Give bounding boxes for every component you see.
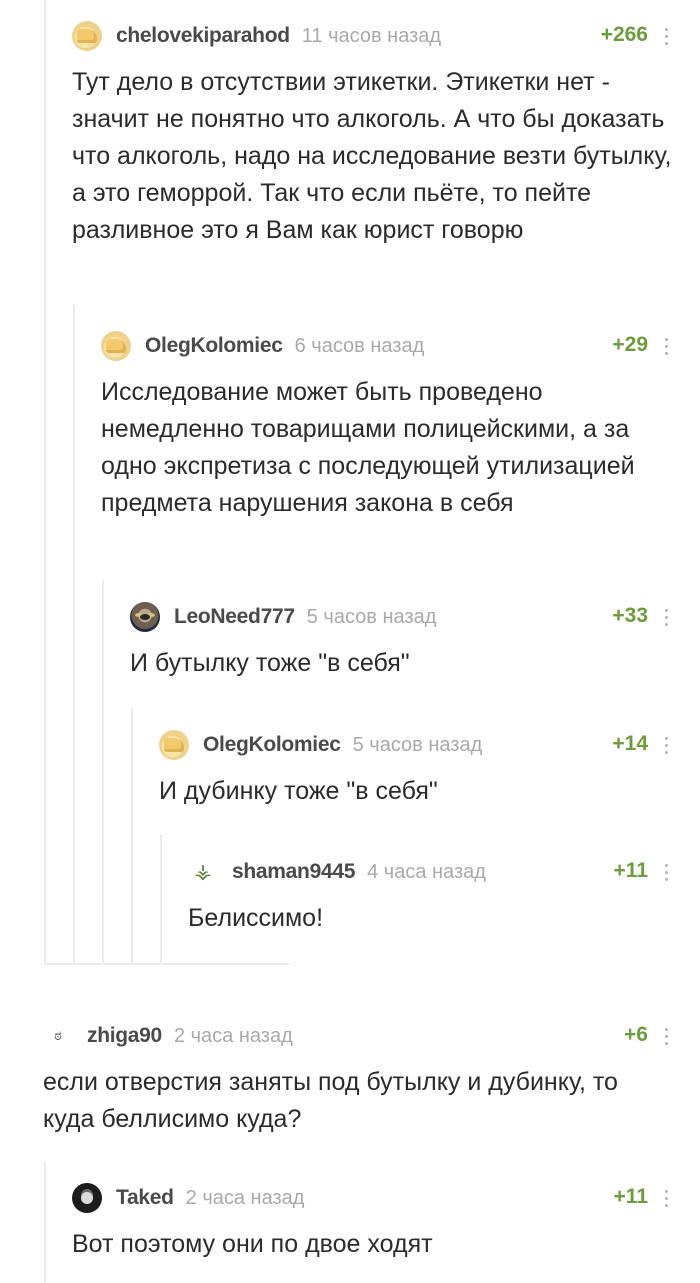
more-menu-icon[interactable] bbox=[660, 1022, 672, 1050]
comment-time[interactable]: 5 часов назад bbox=[353, 734, 483, 757]
username-link[interactable]: LeoNeed777 bbox=[174, 605, 295, 629]
comment-rating: +6 bbox=[624, 1023, 648, 1046]
cat-avatar[interactable] bbox=[130, 602, 160, 632]
username-link[interactable]: shaman9445 bbox=[232, 860, 355, 884]
comment-header: OlegKolomiec 5 часов назад +14 bbox=[159, 729, 672, 761]
more-menu-icon[interactable] bbox=[660, 858, 672, 886]
username-link[interactable]: OlegKolomiec bbox=[145, 334, 283, 358]
taked-avatar[interactable] bbox=[72, 1183, 102, 1213]
shaman-avatar[interactable]: ⚶ bbox=[188, 857, 218, 887]
thread-end-divider bbox=[44, 963, 289, 965]
comment-rating: +266 bbox=[600, 23, 648, 46]
comment-text: И бутылку тоже "в себя" bbox=[130, 649, 410, 677]
thread-line[interactable] bbox=[102, 580, 104, 963]
comment-text: Вот поэтому они по двое ходят bbox=[72, 1230, 433, 1258]
zhiga-avatar[interactable]: ಠ bbox=[43, 1021, 73, 1051]
comment: LeoNeed777 5 часов назад +33 И бутылку т… bbox=[130, 601, 672, 682]
thread-line[interactable] bbox=[131, 708, 133, 963]
comment-rating: +33 bbox=[612, 604, 648, 627]
default-avatar[interactable] bbox=[101, 331, 131, 361]
comment-time[interactable]: 6 часов назад bbox=[295, 335, 425, 358]
default-avatar[interactable] bbox=[72, 21, 102, 51]
more-menu-icon[interactable] bbox=[660, 1184, 672, 1212]
comment-text: если отверстия заняты под бутылку и дуби… bbox=[43, 1068, 618, 1133]
thread-line[interactable] bbox=[73, 305, 75, 963]
comment-time[interactable]: 2 часа назад bbox=[186, 1187, 305, 1210]
thread-line[interactable] bbox=[44, 0, 46, 965]
comment-header: LeoNeed777 5 часов назад +33 bbox=[130, 601, 672, 633]
thread-line[interactable] bbox=[160, 835, 162, 963]
default-avatar[interactable] bbox=[159, 730, 189, 760]
comment-header: chelovekiparahod 11 часов назад +266 bbox=[72, 20, 672, 52]
comment: ⚶ shaman9445 4 часа назад +11 Белиссимо! bbox=[188, 856, 672, 937]
comment-rating: +14 bbox=[612, 732, 648, 755]
more-menu-icon[interactable] bbox=[660, 731, 672, 759]
more-menu-icon[interactable] bbox=[660, 22, 672, 50]
comment-text: Белиссимо! bbox=[188, 904, 324, 932]
more-menu-icon[interactable] bbox=[660, 603, 672, 631]
comment-header: OlegKolomiec 6 часов назад +29 bbox=[101, 330, 672, 362]
more-menu-icon[interactable] bbox=[660, 332, 672, 360]
username-link[interactable]: Taked bbox=[116, 1186, 174, 1210]
comment-rating: +11 bbox=[613, 859, 648, 882]
comment-time[interactable]: 11 часов назад bbox=[302, 25, 441, 48]
comment-header: ⚶ shaman9445 4 часа назад +11 bbox=[188, 856, 672, 888]
comment: OlegKolomiec 5 часов назад +14 И дубинку… bbox=[159, 729, 672, 810]
comment: OlegKolomiec 6 часов назад +29 Исследова… bbox=[101, 330, 672, 522]
thread-line[interactable] bbox=[44, 1162, 46, 1283]
comment: Taked 2 часа назад +11 Вот поэтому они п… bbox=[72, 1182, 672, 1263]
comment-text: Тут дело в отсутствии этикетки. Этикетки… bbox=[72, 68, 672, 244]
comment-text: Исследование может быть проведено немедл… bbox=[101, 378, 635, 517]
comment: chelovekiparahod 11 часов назад +266 Тут… bbox=[72, 20, 672, 249]
comment: ಠ zhiga90 2 часа назад +6 если отверстия… bbox=[43, 1020, 672, 1138]
comment-time[interactable]: 2 часа назад bbox=[174, 1025, 293, 1048]
username-link[interactable]: OlegKolomiec bbox=[203, 733, 341, 757]
comment-rating: +29 bbox=[612, 333, 648, 356]
comment-text: И дубинку тоже "в себя" bbox=[159, 777, 438, 805]
comment-header: Taked 2 часа назад +11 bbox=[72, 1182, 672, 1214]
comment-header: ಠ zhiga90 2 часа назад +6 bbox=[43, 1020, 672, 1052]
username-link[interactable]: chelovekiparahod bbox=[116, 24, 290, 48]
comment-time[interactable]: 5 часов назад bbox=[307, 606, 437, 629]
username-link[interactable]: zhiga90 bbox=[87, 1024, 162, 1048]
comment-time[interactable]: 4 часа назад bbox=[367, 861, 486, 884]
comment-rating: +11 bbox=[613, 1185, 648, 1208]
